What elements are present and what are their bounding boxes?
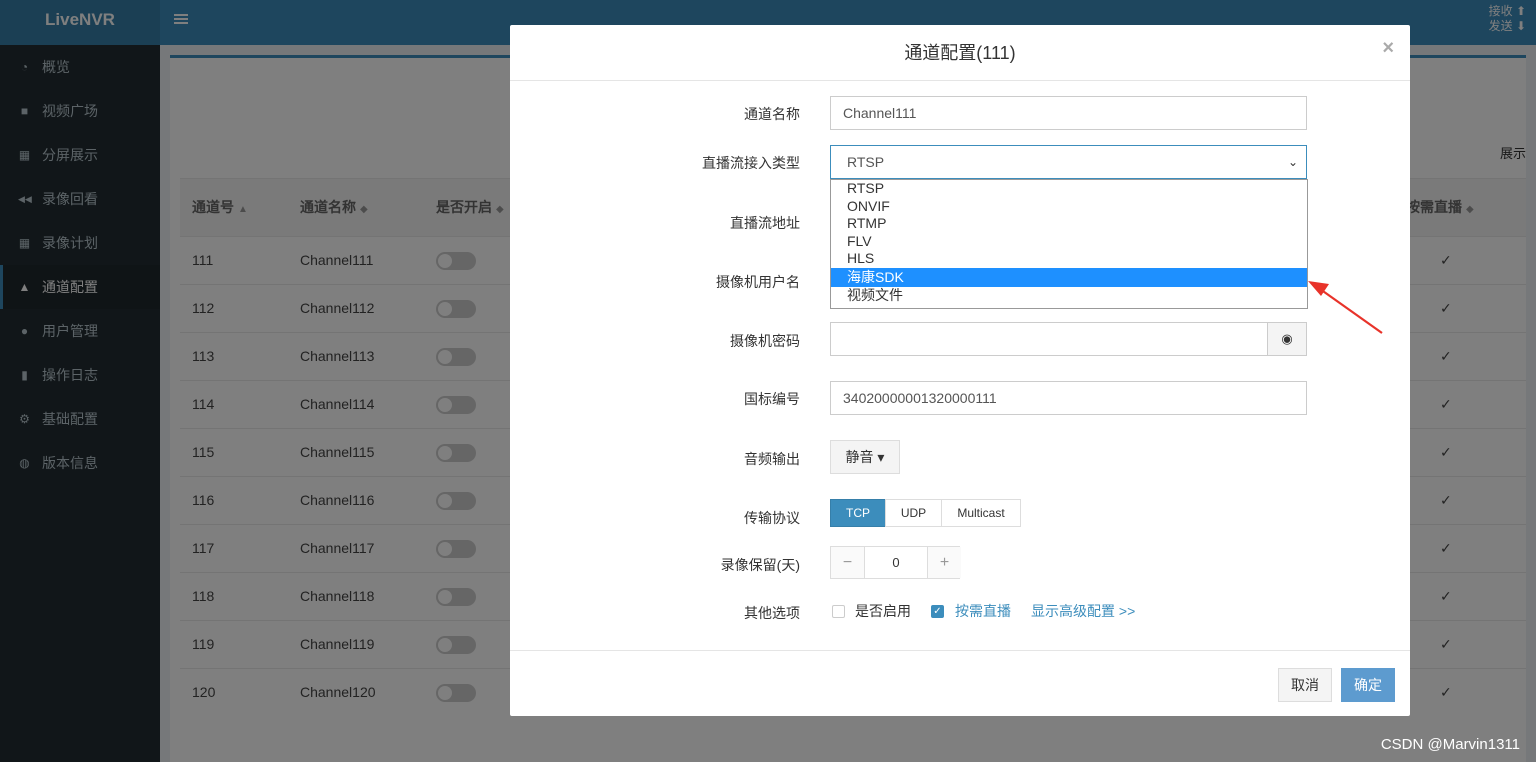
minus-icon[interactable]: − <box>831 547 864 578</box>
close-icon[interactable]: × <box>1382 37 1394 60</box>
stream-type-label: 直播流接入类型 <box>702 155 800 171</box>
option-hikvision-sdk[interactable]: 海康SDK <box>831 267 1307 287</box>
camera-user-label: 摄像机用户名 <box>716 274 800 290</box>
gb-id-input[interactable]: 34020000001320000111 <box>830 381 1307 415</box>
retention-value[interactable]: 0 <box>864 547 928 578</box>
camera-password-label: 摄像机密码 <box>730 333 800 349</box>
enabled-checkbox[interactable] <box>832 605 845 618</box>
advanced-config-link[interactable]: 显示高级配置 >> <box>1031 601 1135 621</box>
watermark: CSDN @Marvin1311 <box>1380 736 1520 753</box>
other-options-label: 其他选项 <box>744 605 800 621</box>
annotation-arrow-icon <box>1308 281 1383 334</box>
on-demand-label: 按需直播 <box>955 603 1011 619</box>
channel-name-label: 通道名称 <box>744 106 800 122</box>
enabled-label: 是否启用 <box>855 603 911 619</box>
camera-password-input[interactable] <box>830 322 1268 356</box>
option-video-file[interactable]: 视频文件 <box>831 287 1307 305</box>
modal-header: 通道配置(111) × <box>510 25 1410 81</box>
transport-multicast-button[interactable]: Multicast <box>941 499 1021 527</box>
plus-icon[interactable]: + <box>928 547 961 578</box>
channel-name-input[interactable]: Channel111 <box>830 96 1307 130</box>
stream-type-value: RTSP <box>847 154 885 170</box>
modal-footer: 取消 确定 <box>510 650 1410 716</box>
stream-url-label: 直播流地址 <box>730 215 800 231</box>
retention-stepper: − 0 + <box>830 546 961 579</box>
channel-config-modal: 通道配置(111) × 通道名称 Channel111 直播流接入类型 RTSP… <box>510 25 1410 716</box>
transport-udp-button[interactable]: UDP <box>885 499 942 527</box>
on-demand-checkbox[interactable]: ✓ <box>931 605 944 618</box>
modal-title: 通道配置(111) <box>904 43 1016 63</box>
confirm-button[interactable]: 确定 <box>1341 668 1395 702</box>
retention-label: 录像保留(天) <box>720 557 800 573</box>
audio-dropdown-button[interactable]: 静音 ▾ <box>830 440 900 474</box>
chevron-down-icon: ⌄ <box>1287 155 1298 169</box>
option-onvif[interactable]: ONVIF <box>831 198 1307 216</box>
transport-tcp-button[interactable]: TCP <box>830 499 886 527</box>
cancel-button[interactable]: 取消 <box>1278 668 1332 702</box>
option-hls[interactable]: HLS <box>831 250 1307 268</box>
stream-type-select[interactable]: RTSP ⌄ <box>830 145 1307 179</box>
stream-type-dropdown: RTSP ONVIF RTMP FLV HLS 海康SDK 视频文件 <box>830 179 1308 309</box>
transport-label: 传输协议 <box>744 510 800 526</box>
option-flv[interactable]: FLV <box>831 233 1307 251</box>
option-rtmp[interactable]: RTMP <box>831 215 1307 233</box>
audio-label: 音频输出 <box>744 451 800 467</box>
gb-id-label: 国标编号 <box>744 391 800 407</box>
option-rtsp[interactable]: RTSP <box>831 180 1307 198</box>
